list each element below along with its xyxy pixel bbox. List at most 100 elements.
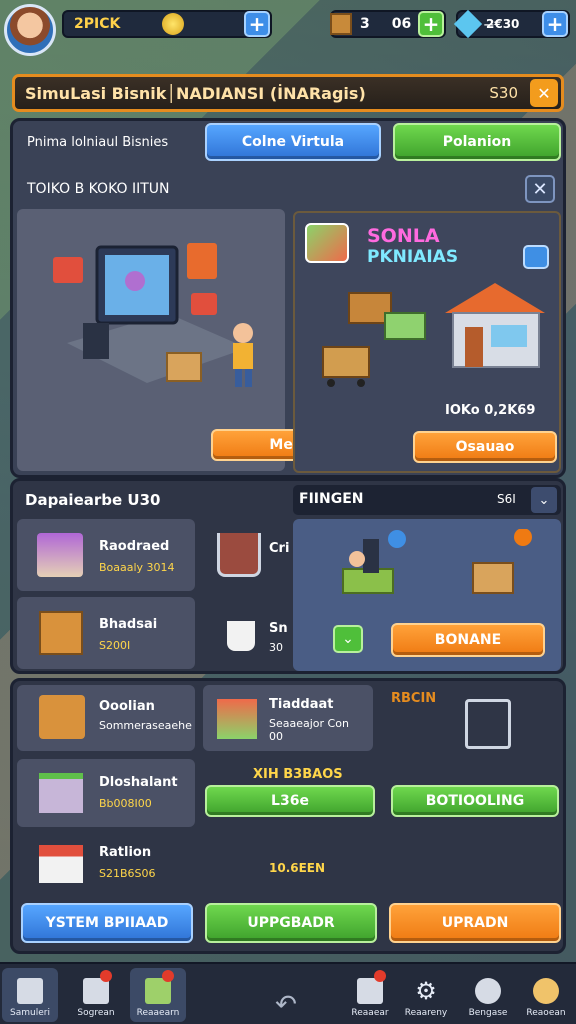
upgrade-item-1-price: Sommeraseaehe: [99, 719, 192, 732]
upgrade-item-4-name: Ratlion: [99, 845, 152, 860]
resource-currency-2-value: 3: [360, 16, 370, 32]
cashier-illustration: [342, 529, 532, 594]
nav-label-7: Bengase: [468, 1008, 508, 1018]
cup-icon: [227, 621, 255, 651]
nav-label-6: Reaareny: [404, 1008, 448, 1018]
bottom-navigation: Samuleri Sogrean Reaaearn ↶ Reaaear ⚙ Re…: [0, 962, 576, 1024]
store-building-illustration: [322, 283, 545, 387]
nav-settings[interactable]: ⚙ Reaareny: [398, 968, 454, 1022]
gear-icon: ⚙: [415, 977, 437, 1005]
resource-currency-1-value: 2PICK: [74, 16, 121, 32]
chevron-down-icon[interactable]: ⌄: [531, 487, 557, 513]
upgrade-item-2-price: Seaaeajor Con 00: [269, 717, 349, 743]
store-logo-icon: [305, 223, 349, 263]
upgrade-item-1-name: Ooolian: [99, 699, 155, 714]
system-upgrade-button[interactable]: YSTEM BPIIAAD: [21, 903, 193, 943]
stock-item-1-name: Raodraed: [99, 539, 170, 554]
card-right-caption: IOKo 0,2K69: [445, 403, 536, 418]
upgrade-item-2-name: Tiaddaat: [269, 697, 334, 712]
tab-polanion[interactable]: Polanion: [393, 123, 561, 161]
upgrade-mid-label: XIH B3BAOS: [253, 767, 343, 782]
online-store-card[interactable]: Meaaeim: [17, 209, 399, 471]
upgrade-item-1[interactable]: Ooolian Sommeraseaehe: [17, 685, 195, 751]
upgrade-button-orange[interactable]: UPRADN: [389, 903, 561, 943]
card-right-button[interactable]: Osauao: [413, 431, 557, 463]
resource-currency-2b-value: 06: [391, 16, 412, 32]
crate-icon: [39, 611, 83, 655]
nav-simulator[interactable]: Samuleri: [2, 968, 58, 1022]
upgrade-button-green[interactable]: UPPGBADR: [205, 903, 377, 943]
basket-icon: [39, 695, 85, 739]
upgrade-green-button[interactable]: BOTIOOLING: [391, 785, 559, 817]
stock-heading: Dapaiearbe U30: [25, 491, 161, 509]
tab-virtual[interactable]: Colne Virtula: [205, 123, 381, 161]
business-panel: Pnima lolniaul Bisnies Colne Virtula Pol…: [10, 118, 566, 478]
upgrade-item-4[interactable]: Ratlion S21B6S06: [17, 833, 195, 897]
nav-label-8: Reaoean: [526, 1008, 566, 1018]
stock-item-1[interactable]: Raodraed Boaaaly 3014: [17, 519, 195, 591]
resource-currency-3-value: 2̶€30: [486, 17, 520, 31]
stock-right-heading: FIINGEN: [299, 491, 364, 507]
shelf-cart-icon: [465, 699, 511, 749]
gold-coin-icon: [162, 13, 184, 35]
upgrade-item-3-price: Bb008I00: [99, 797, 152, 810]
business-heading: Pnima lolniaul Bisnies: [27, 135, 169, 150]
upgrade-item-3[interactable]: Dloshalant Bb008I00: [17, 759, 195, 827]
stock-item-1-price: Boaaaly 3014: [99, 561, 175, 574]
stock-right-header: FIINGEN S6I ⌄: [293, 485, 561, 515]
stock-item-2-name: Bhadsai: [99, 617, 158, 632]
person-icon: [533, 978, 559, 1004]
nav-bengase[interactable]: Bengase: [460, 968, 516, 1022]
resource-bar: 2PICK + 3 06 + 2̶€30 +: [0, 0, 576, 56]
upgrade-item-2[interactable]: Tiaddaat Seaaeajor Con 00: [203, 685, 373, 751]
side-item-2-name: Sn: [269, 621, 288, 636]
stock-item-2-price: S200I: [99, 639, 131, 652]
shop-icon: [39, 845, 83, 883]
player-avatar[interactable]: [4, 4, 56, 56]
store-subheading: TOIKO B KOKO IITUN: [27, 181, 170, 197]
store-box-icon: [39, 773, 83, 813]
nav-label-5: Reaaear: [351, 1008, 389, 1018]
add-currency-1-button[interactable]: +: [244, 11, 270, 37]
close-icon[interactable]: ✕: [525, 175, 555, 203]
add-currency-2-button[interactable]: +: [418, 11, 444, 37]
side-item-1-name: Cri: [269, 541, 290, 556]
notification-badge: [374, 970, 386, 982]
nav-label-1: Samuleri: [10, 1008, 50, 1018]
info-icon[interactable]: [523, 245, 549, 269]
product-box-icon: [37, 533, 83, 577]
nav-program[interactable]: Sogrean: [68, 968, 124, 1022]
resource-currency-3: 2̶€30 +: [453, 9, 570, 39]
physical-store-card[interactable]: SONLA PKNIAIAS IOKo 0,2K69 Osauao: [293, 211, 561, 473]
add-currency-3-button[interactable]: +: [542, 11, 568, 37]
stock-item-2[interactable]: Bhadsai S200I: [17, 597, 195, 669]
expand-down-icon[interactable]: ⌄: [333, 625, 363, 653]
title-amount: S30: [489, 84, 518, 102]
nav-report[interactable]: Reaaear: [342, 968, 398, 1022]
upgrade-right-label: RBCIN: [391, 691, 437, 706]
stock-panel: Dapaiearbe U30 Raodraed Boaaaly 3014 Bha…: [10, 478, 566, 674]
title-close-icon[interactable]: ✕: [530, 79, 558, 107]
notification-badge: [100, 970, 112, 982]
upgrade-mid-button[interactable]: L36e: [205, 785, 375, 817]
shopping-cart-icon: [217, 533, 261, 577]
upgrade-item-4-price: S21B6S06: [99, 867, 156, 880]
nav-profile[interactable]: Reaoean: [518, 968, 574, 1022]
resource-currency-1: 2PICK +: [62, 10, 272, 38]
side-item-2-price: 30: [269, 641, 283, 654]
laptop-shop-illustration: [53, 243, 253, 387]
upgrade-panel: Ooolian Sommeraseaehe Tiaddaat Seaaeajor…: [10, 678, 566, 954]
diamond-icon: [453, 9, 483, 39]
notification-badge: [162, 970, 174, 982]
nav-back[interactable]: ↶: [258, 968, 314, 1022]
market-stall-icon: [217, 699, 257, 739]
title-bar: SimuLasi Bisnik│NADIANSI (İNARagis) S30 …: [12, 74, 564, 112]
card-right-title-2: PKNIAIAS: [367, 247, 459, 267]
crate-icon: [330, 13, 352, 35]
upgrade-item-3-name: Dloshalant: [99, 775, 178, 790]
resource-currency-2: 3 06 +: [330, 10, 446, 38]
trash-can-icon: [17, 978, 43, 1004]
stock-right-button[interactable]: BONANE: [391, 623, 545, 657]
nav-research[interactable]: Reaaearn: [130, 968, 186, 1022]
stock-right-value: S6I: [497, 492, 516, 506]
